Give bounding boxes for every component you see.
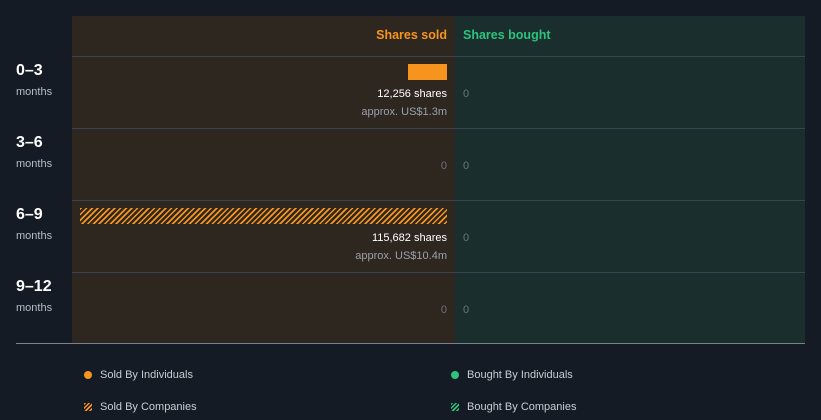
legend-label: Sold By Companies <box>100 401 197 413</box>
row-divider <box>72 56 805 57</box>
row-divider <box>72 128 805 129</box>
row-label-3-6: 3–6 months <box>16 134 52 170</box>
shares-bought-panel <box>455 16 805 344</box>
legend-label: Bought By Companies <box>467 401 577 413</box>
sold-zero-label: 0 <box>440 304 447 316</box>
row-range: 0–3 <box>16 62 43 79</box>
bought-zero-label: 0 <box>463 304 470 316</box>
legend-sold-individuals[interactable]: Sold By Individuals <box>84 369 193 381</box>
shares-bought-header: Shares bought <box>463 28 551 42</box>
orange-dot-icon <box>84 371 92 379</box>
row-label-0-3: 0–3 months <box>16 62 52 98</box>
green-hatch-icon <box>451 403 459 411</box>
sold-approx-label: approx. US$10.4m <box>355 250 447 262</box>
row-label-6-9: 6–9 months <box>16 206 52 242</box>
legend-bought-companies[interactable]: Bought By Companies <box>451 401 576 413</box>
legend-label: Bought By Individuals <box>467 369 573 381</box>
row-divider <box>72 200 805 201</box>
shares-sold-panel <box>72 16 455 344</box>
row-unit: months <box>16 158 53 170</box>
legend-label: Sold By Individuals <box>100 369 193 381</box>
row-unit: months <box>16 86 53 98</box>
legend-sold-companies[interactable]: Sold By Companies <box>84 401 197 413</box>
bought-zero-label: 0 <box>463 160 470 172</box>
orange-hatch-icon <box>84 403 92 411</box>
row-unit: months <box>16 302 53 314</box>
green-dot-icon <box>451 371 459 379</box>
sold-zero-label: 0 <box>440 160 447 172</box>
sold-shares-label: 12,256 shares <box>377 88 447 100</box>
sold-shares-label: 115,682 shares <box>371 232 447 244</box>
bought-zero-label: 0 <box>463 88 470 100</box>
row-divider <box>72 272 805 273</box>
chart-baseline <box>16 343 805 344</box>
row-range: 9–12 <box>16 278 52 295</box>
bar-sold-companies-6-9[interactable] <box>80 208 447 224</box>
bar-sold-individuals-0-3[interactable] <box>408 64 447 80</box>
legend-bought-individuals[interactable]: Bought By Individuals <box>451 369 573 381</box>
row-unit: months <box>16 230 53 242</box>
row-range: 6–9 <box>16 206 43 223</box>
row-range: 3–6 <box>16 134 43 151</box>
row-label-9-12: 9–12 months <box>16 278 52 314</box>
bought-zero-label: 0 <box>463 232 470 244</box>
sold-approx-label: approx. US$1.3m <box>361 106 447 118</box>
shares-sold-header: Shares sold <box>376 28 447 42</box>
